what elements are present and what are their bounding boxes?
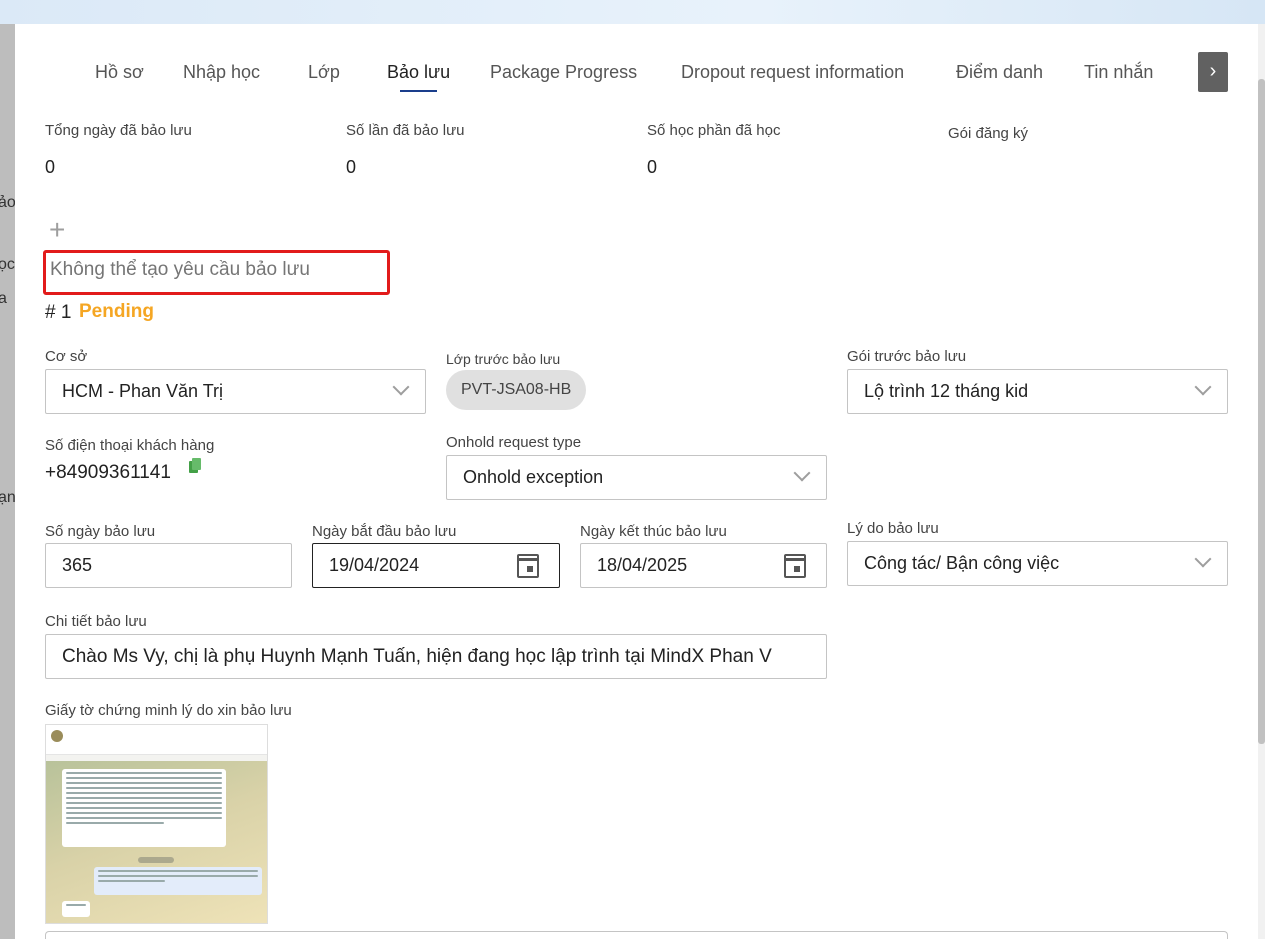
end-date-input[interactable]: 18/04/2025 — [580, 543, 827, 588]
chevron-right-icon[interactable]: › — [1198, 52, 1228, 92]
tab-messages[interactable]: Tin nhắn — [1084, 62, 1153, 83]
tab-dropout-request[interactable]: Dropout request information — [681, 62, 904, 83]
registered-package-label: Gói đăng ký — [948, 125, 1029, 142]
onhold-type-value: Onhold exception — [463, 467, 604, 487]
plus-icon[interactable]: + — [49, 216, 65, 244]
scrollbar[interactable] — [1258, 24, 1265, 939]
onhold-type-select[interactable]: Onhold exception — [446, 455, 827, 500]
package-before-label: Gói trước bảo lưu — [847, 348, 967, 365]
detail-value: Chào Ms Vy, chị là phụ Huynh Mạnh Tuấn, … — [62, 645, 772, 667]
browser-top-bar — [0, 0, 1265, 24]
modules-studied-value: 0 — [647, 157, 658, 177]
chevron-down-icon — [392, 378, 410, 396]
class-value: PVT-JSA08-HB — [461, 381, 572, 398]
class-before-label: Lớp trước bảo lưu — [446, 351, 561, 367]
reason-value: Công tác/ Bận công việc — [864, 553, 1060, 573]
onhold-count-value: 0 — [346, 157, 357, 177]
campus-select[interactable]: HCM - Phan Văn Trị — [45, 369, 426, 414]
background-page: ảo ọc a ạn — [0, 24, 16, 939]
start-date-label: Ngày bắt đầu bảo lưu — [312, 523, 457, 540]
days-value: 365 — [62, 555, 93, 575]
calendar-icon[interactable] — [517, 554, 539, 578]
tab-attendance[interactable]: Điểm danh — [956, 62, 1043, 83]
chevron-down-icon — [1194, 550, 1212, 568]
start-date-input[interactable]: 19/04/2024 — [312, 543, 560, 588]
proof-screenshot-image[interactable] — [45, 724, 268, 924]
total-days-label: Tổng ngày đã bảo lưu — [45, 122, 192, 139]
tab-class[interactable]: Lớp — [308, 62, 340, 83]
cannot-create-request-message: Không thể tạo yêu cầu bảo lưu — [43, 250, 390, 295]
phone-label: Số điện thoại khách hàng — [45, 437, 215, 454]
student-dialog: Hồ sơ Nhập học Lớp Bảo lưu Package Progr… — [15, 24, 1258, 939]
tab-package-progress[interactable]: Package Progress — [490, 62, 637, 83]
campus-label: Cơ sở — [45, 348, 88, 365]
reason-label: Lý do bảo lưu — [847, 520, 939, 537]
copy-icon[interactable] — [189, 458, 201, 473]
onhold-count-label: Số lần đã bảo lưu — [346, 122, 465, 139]
scrollbar-thumb[interactable] — [1258, 79, 1265, 744]
package-before-value: Lộ trình 12 tháng kid — [864, 381, 1029, 401]
end-date-label: Ngày kết thúc bảo lưu — [580, 523, 727, 540]
tab-profile[interactable]: Hồ sơ — [95, 62, 144, 83]
end-date-value: 18/04/2025 — [597, 555, 688, 575]
request-number: # 1 — [45, 302, 72, 323]
start-date-value: 19/04/2024 — [329, 555, 420, 575]
tab-enrollment[interactable]: Nhập học — [183, 62, 260, 83]
chevron-down-icon — [1194, 378, 1212, 396]
package-before-select[interactable]: Lộ trình 12 tháng kid — [847, 369, 1228, 414]
proof-label: Giấy tờ chứng minh lý do xin bảo lưu — [45, 702, 292, 719]
days-input[interactable]: 365 — [45, 543, 292, 588]
status-badge: Pending — [79, 301, 154, 322]
reason-select[interactable]: Công tác/ Bận công việc — [847, 541, 1228, 586]
onhold-type-label: Onhold request type — [446, 434, 582, 451]
class-chip: PVT-JSA08-HB — [446, 370, 587, 410]
campus-value: HCM - Phan Văn Trị — [62, 381, 224, 401]
phone-value: +84909361141 — [45, 462, 171, 483]
next-field-outline — [45, 931, 1228, 939]
tab-bar: Hồ sơ Nhập học Lớp Bảo lưu Package Progr… — [15, 24, 1258, 94]
modules-studied-label: Số học phần đã học — [647, 122, 781, 139]
total-days-value: 0 — [45, 157, 56, 177]
active-tab-indicator — [400, 90, 437, 92]
calendar-icon[interactable] — [784, 554, 806, 578]
days-label: Số ngày bảo lưu — [45, 523, 156, 540]
warning-text: Không thể tạo yêu cầu bảo lưu — [50, 259, 310, 280]
tab-onhold[interactable]: Bảo lưu — [387, 62, 450, 83]
chevron-down-icon — [793, 464, 811, 482]
detail-input[interactable]: Chào Ms Vy, chị là phụ Huynh Mạnh Tuấn, … — [45, 634, 827, 679]
detail-label: Chi tiết bảo lưu — [45, 613, 147, 630]
